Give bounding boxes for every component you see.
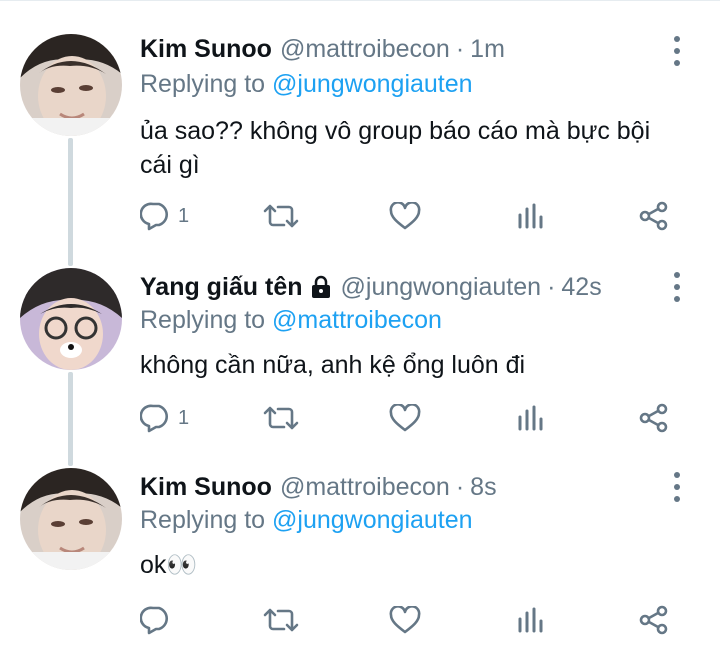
retweet-button[interactable] bbox=[262, 404, 300, 432]
timestamp[interactable]: 42s bbox=[561, 273, 601, 302]
more-vertical-icon[interactable] bbox=[665, 272, 689, 302]
action-bar bbox=[0, 602, 720, 638]
mention-link[interactable]: @mattroibecon bbox=[272, 306, 442, 334]
reply-button[interactable] bbox=[140, 605, 178, 635]
timestamp[interactable]: 1m bbox=[470, 35, 505, 64]
reply-button[interactable]: 1 bbox=[140, 403, 189, 433]
analytics-icon bbox=[518, 203, 543, 229]
tweet-header: Kim Sunoo @mattroibecon · 1m bbox=[140, 32, 505, 66]
analytics-icon bbox=[518, 607, 543, 633]
share-icon bbox=[639, 201, 668, 231]
tweet-header: Yang giấu tên @jungwongiauten · 42s bbox=[140, 270, 602, 304]
share-icon bbox=[639, 605, 668, 635]
analytics-button[interactable] bbox=[517, 203, 545, 229]
tweet-header: Kim Sunoo @mattroibecon · 8s bbox=[140, 470, 497, 504]
replying-prefix: Replying to bbox=[140, 306, 266, 334]
display-name[interactable]: Kim Sunoo bbox=[140, 473, 272, 502]
replying-to: Replying to @mattroibecon bbox=[140, 306, 442, 335]
user-handle[interactable]: @mattroibecon bbox=[280, 473, 450, 502]
reply-icon bbox=[140, 404, 168, 433]
timestamp[interactable]: 8s bbox=[470, 473, 496, 502]
analytics-icon bbox=[518, 405, 543, 431]
action-bar: 1 bbox=[0, 198, 720, 234]
retweet-icon bbox=[263, 204, 299, 228]
replying-prefix: Replying to bbox=[140, 70, 266, 98]
user-handle[interactable]: @jungwongiauten bbox=[341, 273, 542, 302]
tweet-text: không cần nữa, anh kệ ổng luôn đi bbox=[140, 351, 526, 379]
retweet-button[interactable] bbox=[262, 202, 300, 230]
mention-link[interactable]: @jungwongiauten bbox=[272, 70, 473, 98]
heart-icon bbox=[389, 606, 421, 634]
reply-icon bbox=[140, 202, 168, 231]
tweet-text: ok👀 bbox=[140, 551, 198, 579]
action-bar: 1 bbox=[0, 400, 720, 436]
avatar[interactable] bbox=[20, 268, 122, 370]
more-vertical-icon[interactable] bbox=[665, 36, 689, 66]
like-button[interactable] bbox=[389, 202, 421, 230]
retweet-icon bbox=[263, 406, 299, 430]
replying-to: Replying to @jungwongiauten bbox=[140, 70, 473, 99]
more-vertical-icon[interactable] bbox=[665, 472, 689, 502]
heart-icon bbox=[389, 404, 421, 432]
tweet[interactable]: Kim Sunoo @mattroibecon · 1m Replying to… bbox=[0, 0, 720, 250]
share-button[interactable] bbox=[638, 605, 670, 635]
share-icon bbox=[639, 403, 668, 433]
separator: · bbox=[455, 34, 465, 63]
like-button[interactable] bbox=[389, 606, 421, 634]
reply-button[interactable]: 1 bbox=[140, 201, 189, 231]
reply-count: 1 bbox=[178, 406, 190, 429]
share-button[interactable] bbox=[638, 201, 670, 231]
mention-link[interactable]: @jungwongiauten bbox=[272, 506, 473, 534]
share-button[interactable] bbox=[638, 403, 670, 433]
display-name[interactable]: Kim Sunoo bbox=[140, 35, 272, 64]
replying-prefix: Replying to bbox=[140, 506, 266, 534]
tweet[interactable]: Kim Sunoo @mattroibecon · 8s Replying to… bbox=[0, 450, 720, 649]
reply-count: 1 bbox=[178, 204, 190, 227]
reply-icon bbox=[140, 606, 168, 635]
avatar[interactable] bbox=[20, 34, 122, 136]
like-button[interactable] bbox=[389, 404, 421, 432]
user-handle[interactable]: @mattroibecon bbox=[280, 35, 450, 64]
analytics-button[interactable] bbox=[517, 607, 545, 633]
separator: · bbox=[455, 472, 465, 501]
heart-icon bbox=[389, 202, 421, 230]
replying-to: Replying to @jungwongiauten bbox=[140, 506, 473, 535]
tweet-text: ủa sao?? không vô group báo cáo mà bực b… bbox=[140, 117, 651, 179]
separator: · bbox=[547, 272, 556, 301]
tweet[interactable]: Yang giấu tên @jungwongiauten · 42s Repl… bbox=[0, 250, 720, 450]
analytics-button[interactable] bbox=[517, 405, 545, 431]
retweet-icon bbox=[263, 608, 299, 632]
retweet-button[interactable] bbox=[262, 606, 300, 634]
display-name[interactable]: Yang giấu tên bbox=[140, 273, 303, 302]
lock-icon bbox=[309, 275, 333, 299]
avatar[interactable] bbox=[20, 468, 122, 570]
